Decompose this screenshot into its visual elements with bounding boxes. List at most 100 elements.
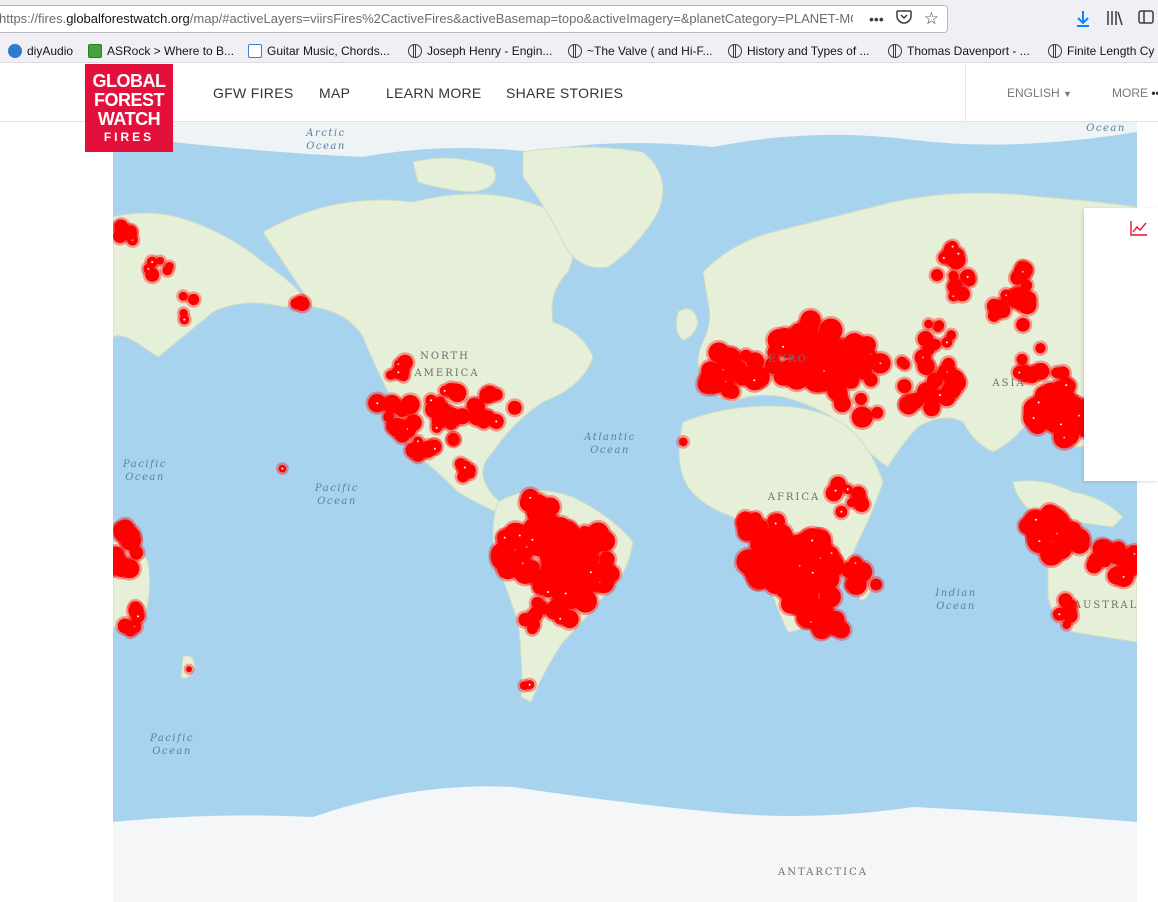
fire-center — [1034, 518, 1037, 521]
fire-point — [444, 417, 458, 430]
fire-point — [738, 511, 753, 526]
fire-center — [774, 522, 777, 525]
library-icon[interactable] — [1106, 10, 1124, 28]
ocean-label: Arctic — [305, 128, 345, 139]
fire-point — [853, 338, 873, 357]
globe-icon — [728, 43, 742, 58]
fire-center — [942, 257, 945, 260]
ellipsis-icon: •• — [1151, 86, 1158, 100]
bookmark-diyaudio[interactable]: diyAudio — [8, 38, 74, 62]
fire-point — [930, 269, 944, 282]
nav-share-stories[interactable]: SHARE STORIES — [506, 64, 623, 122]
fires-map[interactable]: Arctic Ocean Pacific Ocean Pacific Ocean… — [113, 122, 1137, 902]
bookmark-label: History and Types of ... — [747, 43, 870, 58]
fire-cluster[interactable] — [676, 435, 691, 449]
fire-point — [122, 534, 135, 548]
bookmark-joseph-henry[interactable]: Joseph Henry - Engin... — [408, 38, 552, 62]
bookmark-history-types[interactable]: History and Types of ... — [728, 38, 870, 62]
fire-point — [295, 295, 306, 306]
nav-map[interactable]: MAP — [319, 64, 350, 122]
fire-center — [443, 389, 446, 392]
caret-down-icon: ▼ — [1063, 89, 1072, 99]
chart-line-icon[interactable] — [1130, 220, 1148, 236]
nav-learn-more[interactable]: LEARN MORE — [386, 64, 482, 122]
bookmark-label: diyAudio — [27, 43, 74, 58]
fire-center — [151, 261, 154, 264]
more-label: MORE — [1112, 86, 1148, 100]
bookmark-star-icon[interactable]: ☆ — [924, 6, 939, 32]
globe-icon — [568, 43, 582, 58]
ocean-label: Ocean — [936, 601, 976, 612]
page-actions-icon[interactable]: ••• — [869, 6, 884, 32]
fire-cluster[interactable] — [867, 576, 885, 594]
nav-gfw-fires[interactable]: GFW FIRES — [213, 64, 293, 122]
fire-point — [815, 621, 832, 638]
fire-center — [397, 371, 400, 374]
ocean-label: Ocean — [1086, 123, 1126, 134]
fire-center — [183, 318, 186, 321]
bookmarks-toolbar: diyAudio ASRock > Where to B... Guitar M… — [0, 38, 1158, 63]
ocean-label: Ocean — [590, 445, 630, 456]
url-path: /map/#activeLayers=viirsFires%2CactiveFi… — [189, 11, 861, 26]
fire-point — [531, 596, 544, 610]
land-label: ASIA — [991, 378, 1025, 389]
more-menu[interactable]: MORE •• — [1112, 64, 1158, 122]
bookmark-asrock[interactable]: ASRock > Where to B... — [88, 38, 235, 62]
asrock-icon — [88, 43, 102, 58]
fire-center — [435, 426, 438, 429]
land-label: AUSTRAL — [1073, 600, 1137, 611]
fire-point — [699, 370, 718, 388]
bookmark-guitar-music[interactable]: Guitar Music, Chords... — [248, 38, 390, 62]
bookmark-finite-length[interactable]: Finite Length Cy — [1048, 38, 1154, 62]
language-selector[interactable]: ENGLISH ▼ — [1007, 64, 1072, 122]
gfw-fires-logo[interactable]: GLOBAL FOREST WATCH FIRES — [85, 64, 173, 152]
bookmark-label: ASRock > Where to B... — [107, 43, 235, 58]
fire-point — [124, 225, 137, 237]
bookmark-the-valve[interactable]: ~The Valve ( and Hi-F... — [568, 38, 713, 62]
ocean-label: Ocean — [317, 496, 357, 507]
fire-cluster[interactable] — [276, 462, 289, 475]
fire-center — [966, 275, 969, 278]
bookmark-thomas-davenport[interactable]: Thomas Davenport - ... — [888, 38, 1030, 62]
fire-cluster[interactable] — [183, 663, 195, 675]
ocean-label: Atlantic — [583, 432, 635, 443]
fire-center — [1032, 416, 1035, 419]
fire-center — [518, 534, 521, 537]
fire-center — [495, 420, 498, 423]
land-label: NORTH — [420, 351, 470, 362]
fire-point — [1098, 555, 1112, 568]
fire-point — [507, 400, 522, 415]
fire-center — [840, 510, 843, 513]
fire-point — [996, 299, 1008, 311]
fire-point — [1016, 317, 1030, 332]
ocean-label: Pacific — [314, 483, 359, 494]
fire-point — [948, 278, 963, 292]
fire-point — [854, 497, 866, 510]
fire-point — [917, 357, 935, 376]
download-icon[interactable] — [1074, 10, 1092, 28]
fire-point — [178, 291, 188, 301]
fire-point — [1016, 353, 1028, 365]
fire-center — [503, 536, 506, 539]
sidebar-icon[interactable] — [1137, 10, 1155, 28]
fire-point — [678, 437, 688, 447]
fire-point — [387, 418, 407, 438]
fire-point — [1055, 512, 1069, 526]
language-label: ENGLISH — [1007, 86, 1060, 100]
fire-point — [901, 395, 917, 411]
land-label: AMERICA — [413, 368, 479, 379]
world-map[interactable]: Arctic Ocean Pacific Ocean Pacific Ocean… — [113, 122, 1137, 902]
fire-point — [1100, 541, 1114, 555]
browser-toolbar: https://fires.globalforestwatch.org/map/… — [0, 0, 1158, 38]
fire-center — [559, 617, 562, 620]
globe-icon — [408, 43, 422, 58]
fire-center — [939, 394, 942, 397]
fire-point — [854, 392, 868, 405]
land-label: ANTARCTICA — [777, 867, 868, 878]
url-bar[interactable]: https://fires.globalforestwatch.org/map/… — [0, 5, 948, 33]
fire-point — [843, 373, 860, 389]
fire-point — [447, 433, 460, 445]
fire-point — [1032, 362, 1050, 380]
pocket-icon[interactable] — [896, 6, 912, 32]
fire-point — [450, 385, 462, 397]
